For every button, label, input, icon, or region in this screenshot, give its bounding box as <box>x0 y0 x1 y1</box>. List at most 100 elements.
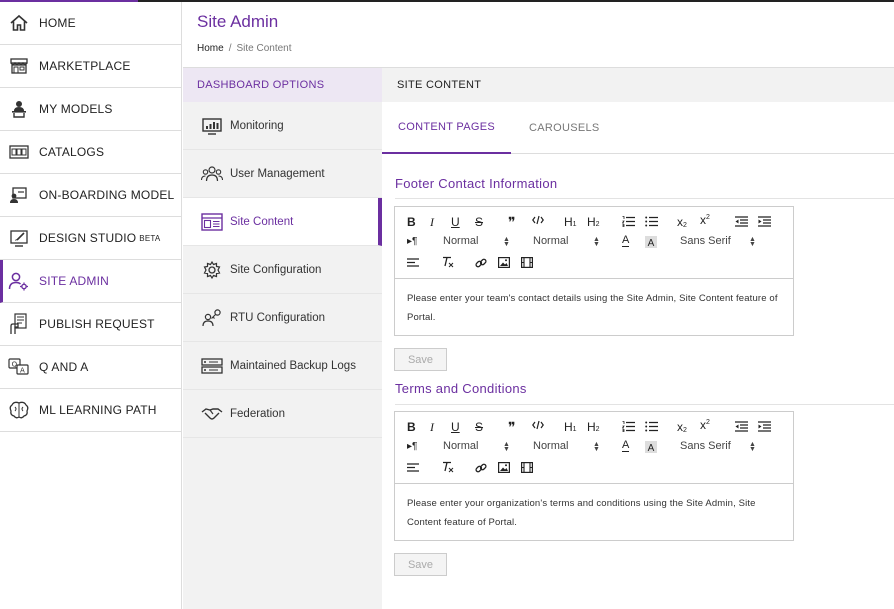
store-icon <box>8 55 30 77</box>
header-select[interactable]: Normal <box>443 235 478 247</box>
heading-2-icon[interactable]: H2 <box>587 215 600 229</box>
section-title-footer-contact: Footer Contact Information <box>395 176 558 191</box>
size-select[interactable]: Normal <box>533 235 568 247</box>
nav-item-site-admin[interactable]: SITE ADMIN <box>0 260 181 303</box>
dash-item-federation[interactable]: Federation <box>183 390 382 438</box>
ordered-list-icon[interactable] <box>622 421 635 432</box>
nav-item-q-and-a[interactable]: QA Q AND A <box>0 346 181 389</box>
clear-format-icon[interactable] <box>442 256 454 268</box>
dash-item-site-configuration[interactable]: Site Configuration <box>183 246 382 294</box>
underline-icon[interactable]: U <box>451 420 460 434</box>
blockquote-icon[interactable]: ❞ <box>508 214 516 231</box>
nav-label: PUBLISH REQUEST <box>39 317 155 331</box>
svg-text:A: A <box>648 443 655 453</box>
subscript-icon[interactable]: x2 <box>677 215 687 229</box>
section-title-terms: Terms and Conditions <box>395 381 527 396</box>
nav-item-ml-learning-path[interactable]: ML LEARNING PATH <box>0 389 181 432</box>
subscript-icon[interactable]: x2 <box>677 420 687 434</box>
dashboard-options-heading: DASHBOARD OPTIONS <box>183 68 382 102</box>
text-color-icon[interactable]: A <box>622 235 630 247</box>
text-direction-icon[interactable]: ▸¶ <box>407 441 417 452</box>
header-select[interactable]: Normal <box>443 440 478 452</box>
text-direction-icon[interactable]: ▸¶ <box>407 236 417 247</box>
strike-icon[interactable]: S <box>475 215 483 229</box>
content-tabs: CONTENT PAGES CAROUSELS <box>382 102 894 154</box>
outdent-icon[interactable] <box>735 216 748 227</box>
video-icon[interactable] <box>521 257 533 268</box>
dash-item-user-management[interactable]: User Management <box>183 150 382 198</box>
dash-item-label: User Management <box>230 167 325 180</box>
nav-item-catalogs[interactable]: CATALOGS <box>0 131 181 174</box>
image-icon[interactable] <box>498 462 510 473</box>
terms-text[interactable]: Please enter your organization's terms a… <box>395 484 793 540</box>
strike-icon[interactable]: S <box>475 420 483 434</box>
blockquote-icon[interactable]: ❞ <box>508 419 516 436</box>
video-icon[interactable] <box>521 462 533 473</box>
indent-icon[interactable] <box>758 216 771 227</box>
code-block-icon[interactable] <box>532 215 544 225</box>
bullet-list-icon[interactable] <box>645 421 658 432</box>
underline-icon[interactable]: U <box>451 215 460 229</box>
brain-icon <box>8 399 30 421</box>
dash-item-label: Monitoring <box>230 119 284 132</box>
dash-item-backup-logs[interactable]: Maintained Backup Logs <box>183 342 382 390</box>
font-select[interactable]: Sans Serif <box>680 440 731 452</box>
save-button[interactable]: Save <box>394 348 447 371</box>
link-icon[interactable] <box>475 462 487 474</box>
dash-item-site-content[interactable]: Site Content <box>183 198 382 246</box>
dash-item-label: Maintained Backup Logs <box>230 359 356 372</box>
align-icon[interactable] <box>407 258 419 268</box>
italic-icon[interactable]: I <box>430 215 434 230</box>
italic-icon[interactable]: I <box>430 420 434 435</box>
nav-item-design-studio[interactable]: DESIGN STUDIO BETA <box>0 217 181 260</box>
tab-content-pages[interactable]: CONTENT PAGES <box>382 102 511 154</box>
nav-label: MARKETPLACE <box>39 59 131 73</box>
heading-1-icon[interactable]: H1 <box>564 215 577 229</box>
dash-item-rtu-configuration[interactable]: RTU Configuration <box>183 294 382 342</box>
beta-badge: BETA <box>139 233 161 243</box>
nav-label: ON-BOARDING MODEL <box>39 188 175 202</box>
clear-format-icon[interactable] <box>442 461 454 473</box>
nav-item-home[interactable]: HOME <box>0 2 181 45</box>
nav-item-marketplace[interactable]: MARKETPLACE <box>0 45 181 88</box>
heading-2-icon[interactable]: H2 <box>587 420 600 434</box>
nav-label: Q AND A <box>39 360 89 374</box>
section-divider <box>395 198 894 199</box>
breadcrumb-current: Site Content <box>236 43 292 54</box>
bold-icon[interactable]: B <box>407 215 416 229</box>
nav-item-onboarding[interactable]: ON-BOARDING MODEL <box>0 174 181 217</box>
superscript-icon[interactable]: x2 <box>700 418 710 432</box>
text-color-icon[interactable]: A <box>622 440 630 452</box>
indent-icon[interactable] <box>758 421 771 432</box>
user-gear-icon <box>8 270 30 292</box>
save-button[interactable]: Save <box>394 553 447 576</box>
outdent-icon[interactable] <box>735 421 748 432</box>
footer-contact-text[interactable]: Please enter your team's contact details… <box>395 279 793 335</box>
dash-item-monitoring[interactable]: Monitoring <box>183 102 382 150</box>
nav-item-my-models[interactable]: MY MODELS <box>0 88 181 131</box>
dash-item-label: RTU Configuration <box>230 311 326 324</box>
font-select-arrows: ▲ ▼ <box>749 441 756 453</box>
link-icon[interactable] <box>475 257 487 269</box>
font-select[interactable]: Sans Serif <box>680 235 731 247</box>
bold-icon[interactable]: B <box>407 420 416 434</box>
dashboard-options-panel: DASHBOARD OPTIONS Monitoring User Manage… <box>183 68 382 609</box>
breadcrumb-home[interactable]: Home <box>197 43 224 54</box>
terms-editor: B I U S ❞ H1 H2 x2 x2 ▸¶ Normal ▲ ▼ Norma… <box>394 411 794 541</box>
nav-item-publish-request[interactable]: PUBLISH REQUEST <box>0 303 181 346</box>
heading-1-icon[interactable]: H1 <box>564 420 577 434</box>
background-color-icon[interactable]: A <box>645 441 657 453</box>
size-select[interactable]: Normal <box>533 440 568 452</box>
ordered-list-icon[interactable] <box>622 216 635 227</box>
bullet-list-icon[interactable] <box>645 216 658 227</box>
design-icon <box>8 227 30 249</box>
code-block-icon[interactable] <box>532 420 544 430</box>
align-icon[interactable] <box>407 463 419 473</box>
dash-item-label: Federation <box>230 407 285 420</box>
image-icon[interactable] <box>498 257 510 268</box>
svg-text:A: A <box>648 238 655 248</box>
background-color-icon[interactable]: A <box>645 236 657 248</box>
handshake-icon <box>201 404 223 424</box>
tab-carousels[interactable]: CAROUSELS <box>529 102 600 154</box>
superscript-icon[interactable]: x2 <box>700 213 710 227</box>
